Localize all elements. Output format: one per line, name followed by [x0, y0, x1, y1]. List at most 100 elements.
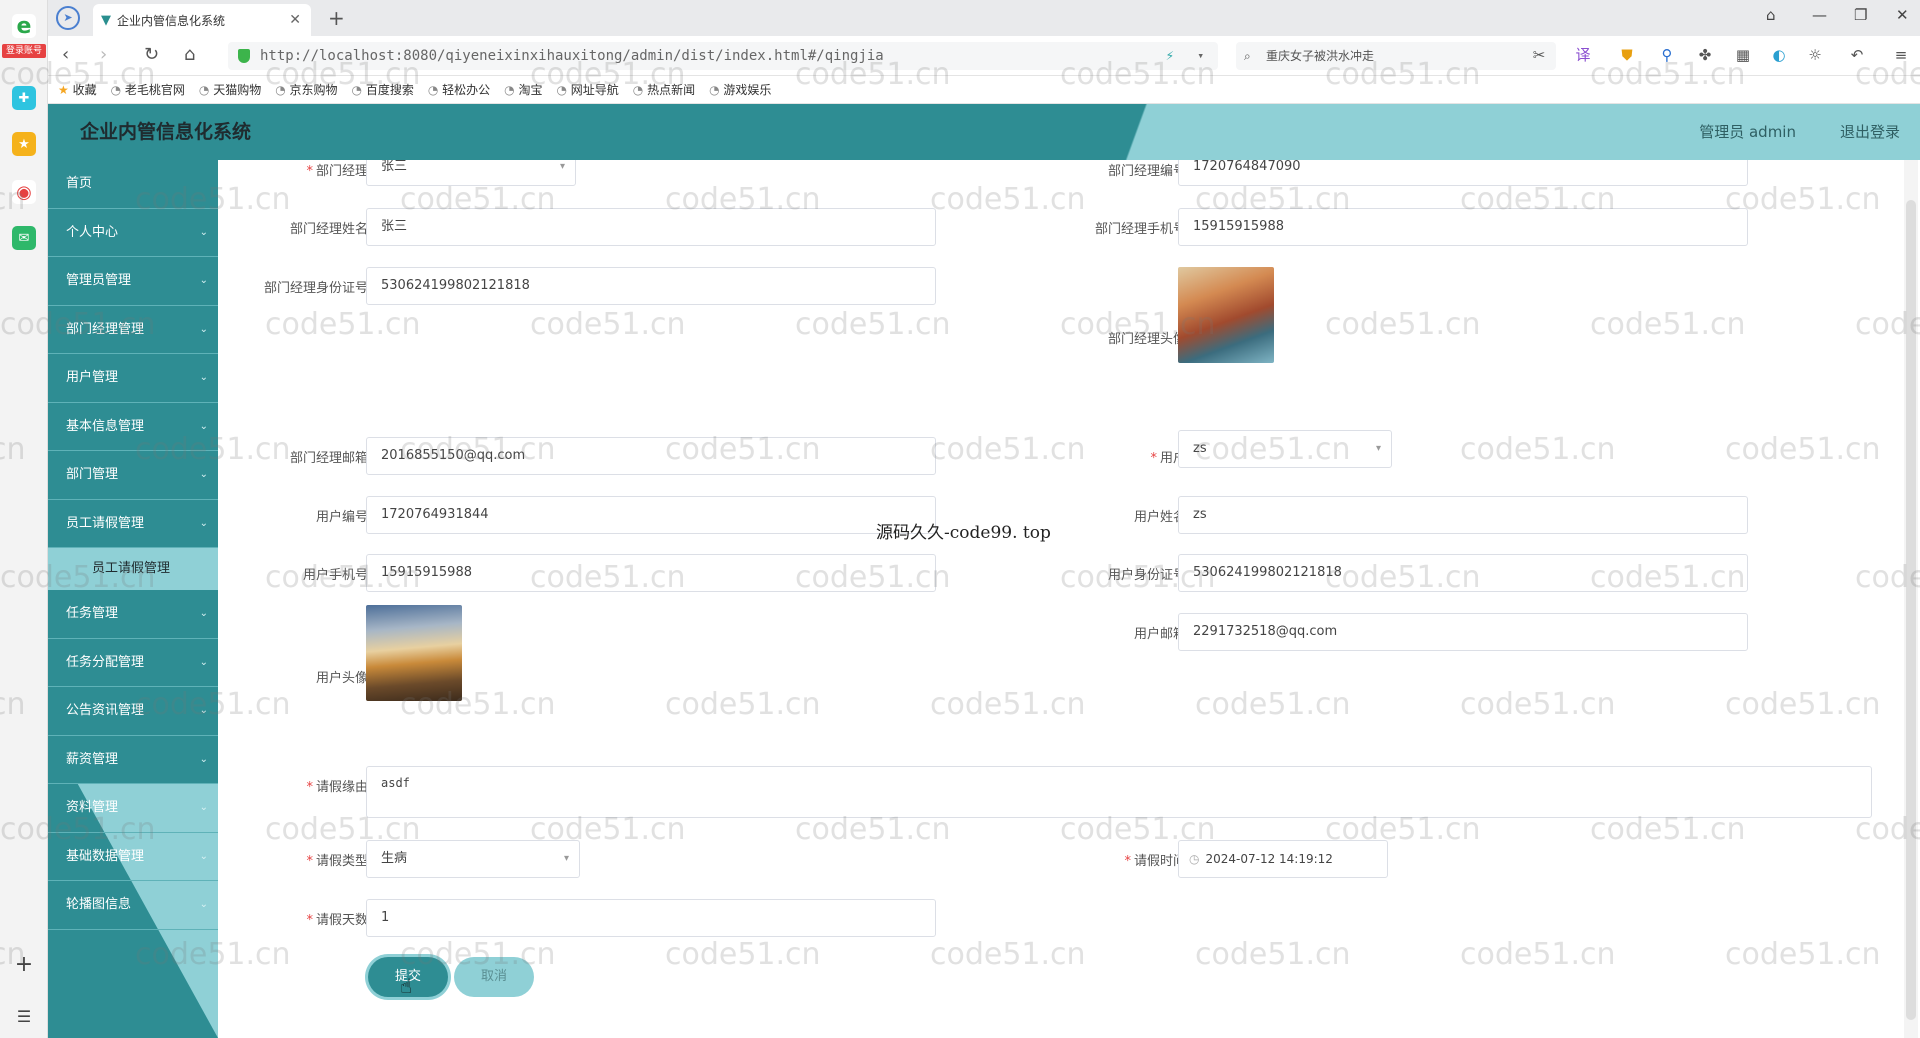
- minimize-button[interactable]: —: [1812, 6, 1827, 24]
- sidebar-item-label: 公告资讯管理: [66, 703, 145, 718]
- bookmark-item[interactable]: 网址导航: [556, 81, 619, 98]
- sidebar-item[interactable]: 首页: [48, 160, 218, 209]
- bookmark-item[interactable]: 老毛桃官网: [111, 81, 185, 98]
- sidebar-item[interactable]: 用户管理 ⌄: [48, 354, 218, 403]
- reload-icon[interactable]: ↻: [144, 44, 159, 65]
- sidebar-item[interactable]: 管理员管理 ⌄: [48, 257, 218, 306]
- user-email-label: 用户邮箱: [1133, 627, 1186, 642]
- sidebar-item[interactable]: 部门经理管理 ⌄: [48, 305, 218, 354]
- web-search-input[interactable]: ⌕ 重庆女子被洪水冲走: [1236, 42, 1556, 70]
- user-name-input[interactable]: zs: [1178, 496, 1748, 534]
- bookmark-item[interactable]: 百度搜索: [352, 81, 414, 98]
- manager-phone-input[interactable]: 15915915988: [1178, 208, 1748, 246]
- restore-button[interactable]: ❐: [1854, 6, 1867, 24]
- translate-icon[interactable]: 译: [1574, 46, 1592, 64]
- user-avatar-label: 用户头像: [315, 671, 368, 686]
- dropdown-chevron-icon[interactable]: ▾: [1197, 42, 1204, 70]
- sidebar-item-label: 基础数据管理: [66, 848, 145, 864]
- back-icon[interactable]: ‹: [62, 44, 69, 65]
- brightness-icon[interactable]: ☼: [1806, 46, 1824, 64]
- sidebar-item[interactable]: 基本信息管理 ⌄: [48, 402, 218, 451]
- user-phone-label: 用户手机号: [302, 568, 368, 583]
- manager-id-input[interactable]: 530624199802121818: [366, 267, 936, 305]
- close-tab-icon[interactable]: ✕: [289, 12, 301, 28]
- sidebar-item[interactable]: 员工请假管理 ⌄: [48, 499, 218, 548]
- user-avatar-image[interactable]: [366, 605, 462, 701]
- logout-button[interactable]: 退出登录: [1840, 104, 1900, 160]
- user-select[interactable]: zs ▾: [1178, 430, 1392, 468]
- manager-no-label: 部门经理编号: [1107, 164, 1186, 179]
- login-badge[interactable]: 登录账号: [2, 44, 46, 58]
- sidebar-subitem-leave[interactable]: 员工请假管理: [48, 548, 218, 590]
- reason-textarea[interactable]: asdf: [366, 766, 1872, 818]
- star-app-icon[interactable]: ★: [12, 132, 36, 156]
- extension-icon[interactable]: ✤: [1696, 46, 1714, 64]
- bookmark-item[interactable]: 轻松办公: [428, 81, 490, 98]
- web-search-text: 重庆女子被洪水冲走: [1266, 49, 1375, 63]
- plus-app-icon[interactable]: ✚: [12, 86, 36, 110]
- sidebar-item[interactable]: 轮播图信息 ⌄: [48, 881, 218, 930]
- edge-icon[interactable]: ◐: [1770, 46, 1788, 64]
- url-text: http://localhost:8080/qiyeneixinxihauxit…: [260, 48, 884, 64]
- manager-avatar-image[interactable]: [1178, 267, 1274, 363]
- chevron-down-icon: ⌄: [199, 275, 208, 286]
- url-input[interactable]: http://localhost:8080/qiyeneixinxihauxit…: [228, 42, 1218, 70]
- sidebar-item[interactable]: 任务管理 ⌄: [48, 590, 218, 639]
- time-picker[interactable]: ◷ 2024-07-12 14:19:12: [1178, 840, 1388, 878]
- menu-icon[interactable]: ≡: [1892, 46, 1910, 64]
- sidebar-item[interactable]: 公告资讯管理 ⌄: [48, 687, 218, 736]
- chevron-down-icon: ⌄: [199, 705, 208, 716]
- bookmark-favorites-label: 收藏: [72, 83, 97, 97]
- time-label: * 请假时间: [1124, 854, 1186, 869]
- manager-email-input[interactable]: 2016855150@qq.com: [366, 437, 936, 475]
- vue-icon: ▼: [101, 12, 111, 28]
- bookmark-item[interactable]: 热点新闻: [633, 81, 695, 98]
- close-window-button[interactable]: ✕: [1896, 6, 1909, 24]
- sidebar-item[interactable]: 个人中心 ⌄: [48, 208, 218, 257]
- bookmark-favorites[interactable]: ★ 收藏: [58, 81, 97, 98]
- scrollbar-thumb[interactable]: [1906, 200, 1916, 1020]
- cursor-icon: ☝: [400, 974, 413, 998]
- bookmark-item[interactable]: 天猫购物: [199, 81, 261, 98]
- type-select[interactable]: 生病 ▾: [366, 840, 580, 878]
- sidebar-item[interactable]: 基础数据管理 ⌄: [48, 833, 218, 881]
- navigate-icon[interactable]: ➤: [56, 6, 80, 30]
- new-tab-button[interactable]: +: [328, 6, 345, 30]
- bookmark-item[interactable]: 京东购物: [275, 81, 338, 98]
- lightning-icon[interactable]: ⚡: [1166, 42, 1174, 70]
- manager-name-input[interactable]: 张三: [366, 208, 936, 246]
- manager-no-input[interactable]: 1720764847090: [1178, 160, 1748, 186]
- weibo-icon[interactable]: ◉: [12, 180, 36, 204]
- grid-icon[interactable]: ▦: [1734, 46, 1752, 64]
- shield-icon[interactable]: ⛊: [1618, 46, 1636, 64]
- chevron-down-icon: ▾: [1375, 443, 1381, 454]
- user-no-input[interactable]: 1720764931844: [366, 496, 936, 534]
- mail-icon[interactable]: ✉: [12, 226, 36, 250]
- sidebar-item[interactable]: 部门管理 ⌄: [48, 451, 218, 500]
- home-icon[interactable]: ⌂: [184, 44, 195, 65]
- sidebar-item-label: 首页: [66, 176, 93, 191]
- forward-icon[interactable]: ›: [100, 44, 107, 65]
- browser-tab[interactable]: ▼ 企业内管信息化系统 ✕: [93, 4, 311, 36]
- magnifier-icon[interactable]: ⚲: [1658, 46, 1676, 64]
- sidebar-item[interactable]: 薪资管理 ⌄: [48, 735, 218, 784]
- manager-email-label: 部门经理邮箱: [289, 451, 368, 466]
- bookmark-item[interactable]: 淘宝: [504, 81, 542, 98]
- sidebar-item-label: 管理员管理: [66, 273, 132, 288]
- chevron-down-icon: ⌄: [199, 469, 208, 480]
- scissors-icon[interactable]: ✂: [1530, 46, 1548, 64]
- bookmarks-bar: ★ 收藏老毛桃官网天猫购物京东购物百度搜索轻松办公淘宝网址导航热点新闻游戏娱乐: [48, 76, 1920, 104]
- cancel-button[interactable]: 取消: [454, 957, 534, 997]
- user-email-input[interactable]: 2291732518@qq.com: [1178, 613, 1748, 651]
- shirt-icon[interactable]: ⌂: [1766, 6, 1776, 24]
- manager-select[interactable]: 张三 ▾: [366, 160, 576, 186]
- sidebar-item[interactable]: 资料管理 ⌄: [48, 784, 218, 833]
- list-icon[interactable]: ☰: [12, 1004, 36, 1028]
- add-icon[interactable]: +: [12, 952, 36, 977]
- undo-icon[interactable]: ↶: [1848, 46, 1866, 64]
- user-id-input[interactable]: 530624199802121818: [1178, 554, 1748, 592]
- bookmark-item[interactable]: 游戏娱乐: [709, 81, 771, 98]
- sidebar-item[interactable]: 任务分配管理 ⌄: [48, 638, 218, 687]
- days-input[interactable]: 1: [366, 899, 936, 937]
- user-phone-input[interactable]: 15915915988: [366, 554, 936, 592]
